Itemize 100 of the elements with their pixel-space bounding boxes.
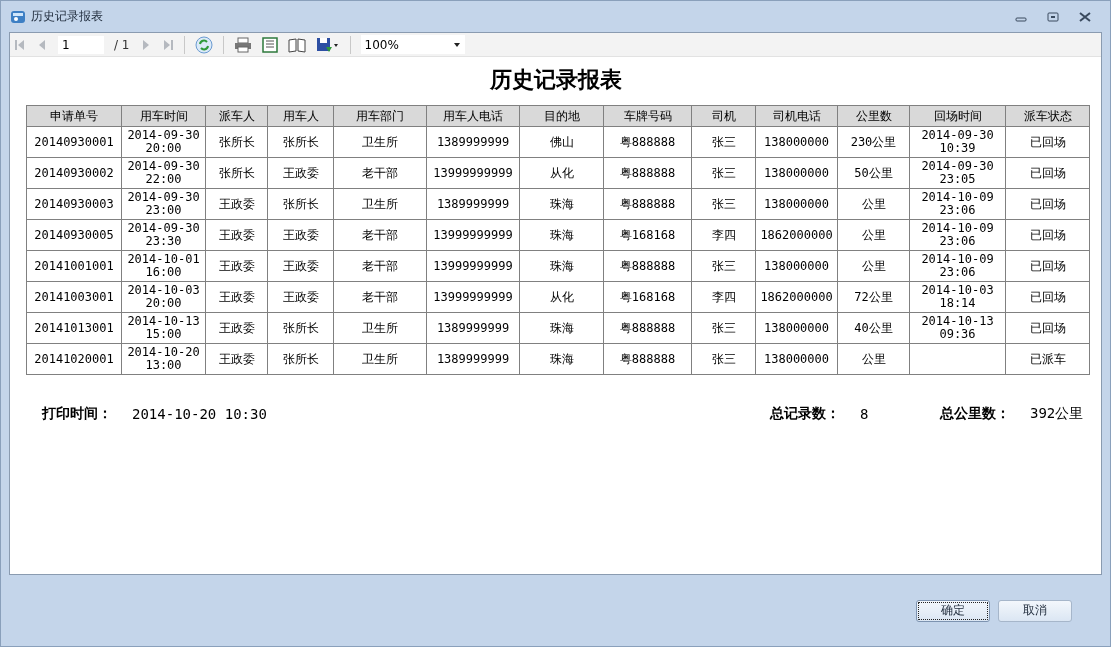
table-cell: 王政委: [205, 343, 268, 375]
table-cell: 1389999999: [426, 312, 520, 344]
table-cell: 张所长: [267, 126, 334, 158]
table-cell: 公里: [837, 188, 910, 220]
table-cell: 王政委: [267, 219, 334, 251]
close-icon[interactable]: [1078, 11, 1092, 22]
page-icon[interactable]: [261, 36, 278, 53]
table-cell: 王政委: [205, 188, 268, 220]
table-cell: 40公里: [837, 312, 910, 344]
table-cell: 20140930001: [26, 126, 122, 158]
table-cell: 公里: [837, 250, 910, 282]
table-cell: 2014-10-20 13:00: [121, 343, 206, 375]
table-cell: 13999999999: [426, 281, 520, 313]
column-header: 回场时间: [909, 105, 1006, 127]
table-cell: 张三: [691, 250, 756, 282]
column-header: 派车人: [205, 105, 268, 127]
table-cell: 2014-10-13 15:00: [121, 312, 206, 344]
table-cell: 珠海: [519, 188, 604, 220]
table-cell: 20141013001: [26, 312, 122, 344]
table-cell: 13999999999: [426, 219, 520, 251]
table-cell: 2014-09-30 20:00: [121, 126, 206, 158]
table-cell: 卫生所: [333, 343, 427, 375]
table-cell: 张所长: [205, 126, 268, 158]
table-cell: 王政委: [205, 219, 268, 251]
table-cell: 138000000: [755, 312, 838, 344]
table-cell: 已回场: [1005, 281, 1090, 313]
table-cell: 张所长: [205, 157, 268, 189]
table-cell: 卫生所: [333, 312, 427, 344]
table-cell: 粤888888: [603, 188, 692, 220]
table-cell: 138000000: [755, 250, 838, 282]
table-cell: 张三: [691, 126, 756, 158]
table-cell: 王政委: [267, 157, 334, 189]
total-distance-value: 392公里: [1030, 405, 1085, 423]
table-cell: 2014-10-09 23:06: [909, 188, 1006, 220]
column-header: 用车人: [267, 105, 334, 127]
table-cell: 13999999999: [426, 250, 520, 282]
table-cell: 张所长: [267, 188, 334, 220]
table-cell: 老干部: [333, 281, 427, 313]
table-cell: 72公里: [837, 281, 910, 313]
restore-icon[interactable]: [1046, 11, 1060, 22]
table-cell: 粤888888: [603, 343, 692, 375]
column-header: 司机: [691, 105, 756, 127]
column-header: 用车人电话: [426, 105, 520, 127]
table-cell: 2014-10-01 16:00: [121, 250, 206, 282]
record-count-label: 总记录数：: [770, 405, 840, 423]
total-distance-label: 总公里数：: [940, 405, 1010, 423]
table-cell: 珠海: [519, 343, 604, 375]
table-cell: 已回场: [1005, 126, 1090, 158]
ok-button[interactable]: 确定: [916, 599, 990, 622]
table-cell: 老干部: [333, 250, 427, 282]
column-header: 司机电话: [755, 105, 838, 127]
table-cell: 粤888888: [603, 312, 692, 344]
table-cell: 粤168168: [603, 281, 692, 313]
table-cell: 张三: [691, 188, 756, 220]
table-cell: 230公里: [837, 126, 910, 158]
column-header: 派车状态: [1005, 105, 1090, 127]
table-cell: 20140930005: [26, 219, 122, 251]
page-number-field[interactable]: 1: [58, 35, 104, 54]
table-cell: 1389999999: [426, 188, 520, 220]
table-cell: 20140930002: [26, 157, 122, 189]
table-cell: 1862000000: [755, 281, 838, 313]
column-header: 用车部门: [333, 105, 427, 127]
table-cell: 20141003001: [26, 281, 122, 313]
table-cell: 20141020001: [26, 343, 122, 375]
table-cell: 2014-10-13 09:36: [909, 312, 1006, 344]
printer-icon[interactable]: [233, 36, 252, 53]
save-dropdown-icon[interactable]: [315, 36, 340, 53]
refresh-icon[interactable]: [194, 35, 213, 54]
table-cell: 张三: [691, 312, 756, 344]
table-cell: 138000000: [755, 157, 838, 189]
table-cell: 卫生所: [333, 188, 427, 220]
table-cell: 珠海: [519, 312, 604, 344]
table-cell: 1389999999: [426, 343, 520, 375]
table-cell: 2014-09-30 10:39: [909, 126, 1006, 158]
table-cell: 公里: [837, 343, 910, 375]
table-cell: 珠海: [519, 219, 604, 251]
print-time-value: 2014-10-20 10:30: [132, 406, 267, 422]
report-title: 历史记录报表: [488, 66, 623, 94]
first-page-icon[interactable]: [14, 38, 26, 51]
table-cell: 138000000: [755, 126, 838, 158]
table-cell: 王政委: [205, 281, 268, 313]
table-cell: 李四: [691, 281, 756, 313]
cancel-button[interactable]: 取消: [998, 599, 1072, 622]
table-cell: 2014-09-30 23:30: [121, 219, 206, 251]
table-cell: 粤888888: [603, 250, 692, 282]
zoom-dropdown[interactable]: 100%: [360, 35, 465, 54]
table-cell: 50公里: [837, 157, 910, 189]
table-cell: 138000000: [755, 188, 838, 220]
table-cell: 公里: [837, 219, 910, 251]
table-cell: 张所长: [267, 312, 334, 344]
table-cell: 粤168168: [603, 219, 692, 251]
table-cell: 张三: [691, 343, 756, 375]
table-cell: 卫生所: [333, 126, 427, 158]
table-cell: 老干部: [333, 157, 427, 189]
table-cell: 张所长: [267, 343, 334, 375]
table-cell: 2014-10-09 23:06: [909, 219, 1006, 251]
table-cell: 2014-10-09 23:06: [909, 250, 1006, 282]
column-header: 申请单号: [26, 105, 122, 127]
book-icon[interactable]: [287, 36, 306, 53]
last-page-icon[interactable]: [161, 38, 174, 51]
